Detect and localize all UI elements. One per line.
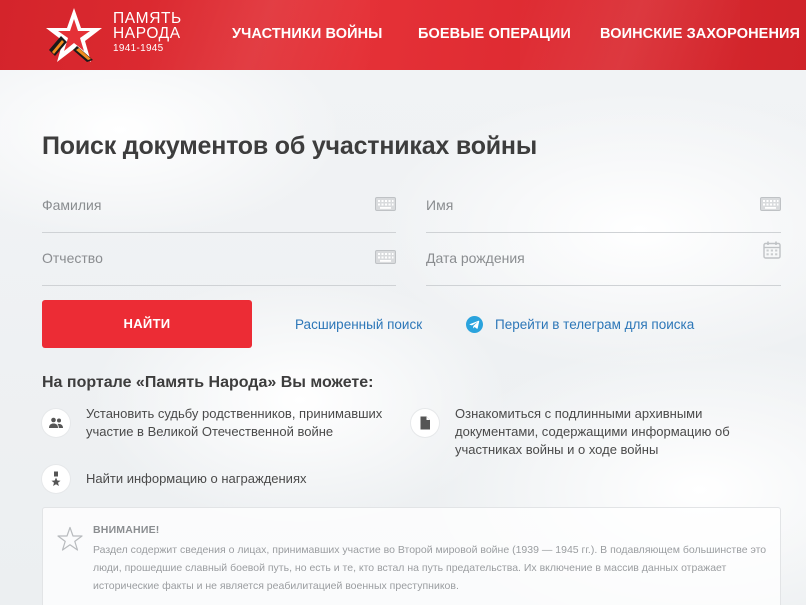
feature-icon-circle [42, 465, 70, 493]
birthdate-field[interactable]: Дата рождения [426, 238, 781, 286]
logo-star-icon[interactable] [43, 6, 105, 64]
advanced-search-link[interactable]: Расширенный поиск [295, 317, 422, 332]
feature-text-fate: Установить судьбу родственников, принима… [86, 406, 383, 439]
logo-line1: ПАМЯТЬ [113, 10, 182, 27]
nav-item-war-participants[interactable]: УЧАСТНИКИ ВОЙНЫ [232, 26, 382, 42]
surname-field[interactable]: Фамилия [42, 185, 396, 233]
notice-box: ВНИМАНИЕ! Раздел содержит сведения о лиц… [42, 507, 781, 605]
patronymic-field[interactable]: Отчество [42, 238, 396, 286]
logo-line2: НАРОДА [113, 25, 181, 42]
notice-text: Раздел содержит сведения о лицах, приним… [93, 544, 767, 592]
telegram-search-link[interactable]: Перейти в телеграм для поиска [495, 317, 694, 332]
keyboard-icon[interactable] [375, 250, 396, 264]
keyboard-icon[interactable] [375, 197, 396, 211]
nav-item-battle-operations[interactable]: БОЕВЫЕ ОПЕРАЦИИ [418, 26, 571, 42]
features-title: На портале «Память Народа» Вы можете: [42, 374, 374, 391]
feature-text-documents: Ознакомиться с подлинными архивными доку… [455, 406, 730, 457]
feature-icon-circle [411, 409, 439, 437]
star-icon [57, 526, 83, 551]
name-placeholder: Имя [426, 197, 454, 213]
notice-title: ВНИМАНИЕ! [93, 524, 160, 536]
calendar-icon[interactable] [763, 241, 781, 259]
site-header: ПАМЯТЬ НАРОДА 1941-1945 УЧАСТНИКИ ВОЙНЫ … [0, 0, 806, 70]
keyboard-icon[interactable] [760, 197, 781, 211]
page-title: Поиск документов об участниках войны [42, 132, 537, 160]
nav-item-military-burials[interactable]: ВОИНСКИЕ ЗАХОРОНЕНИЯ [600, 26, 800, 42]
surname-placeholder: Фамилия [42, 197, 102, 213]
feature-icon-circle [42, 409, 70, 437]
people-icon [49, 417, 63, 428]
find-button[interactable]: НАЙТИ [42, 300, 252, 348]
name-field[interactable]: Имя [426, 185, 781, 233]
telegram-icon[interactable] [466, 316, 483, 333]
feature-text-awards: Найти информацию о награждениях [86, 471, 307, 486]
patronymic-placeholder: Отчество [42, 250, 103, 266]
logo-years: 1941-1945 [113, 43, 164, 54]
logo-text[interactable]: ПАМЯТЬ НАРОДА 1941-1945 [113, 11, 182, 56]
birthdate-placeholder: Дата рождения [426, 250, 525, 266]
medal-icon [51, 471, 61, 486]
document-icon [420, 416, 430, 430]
